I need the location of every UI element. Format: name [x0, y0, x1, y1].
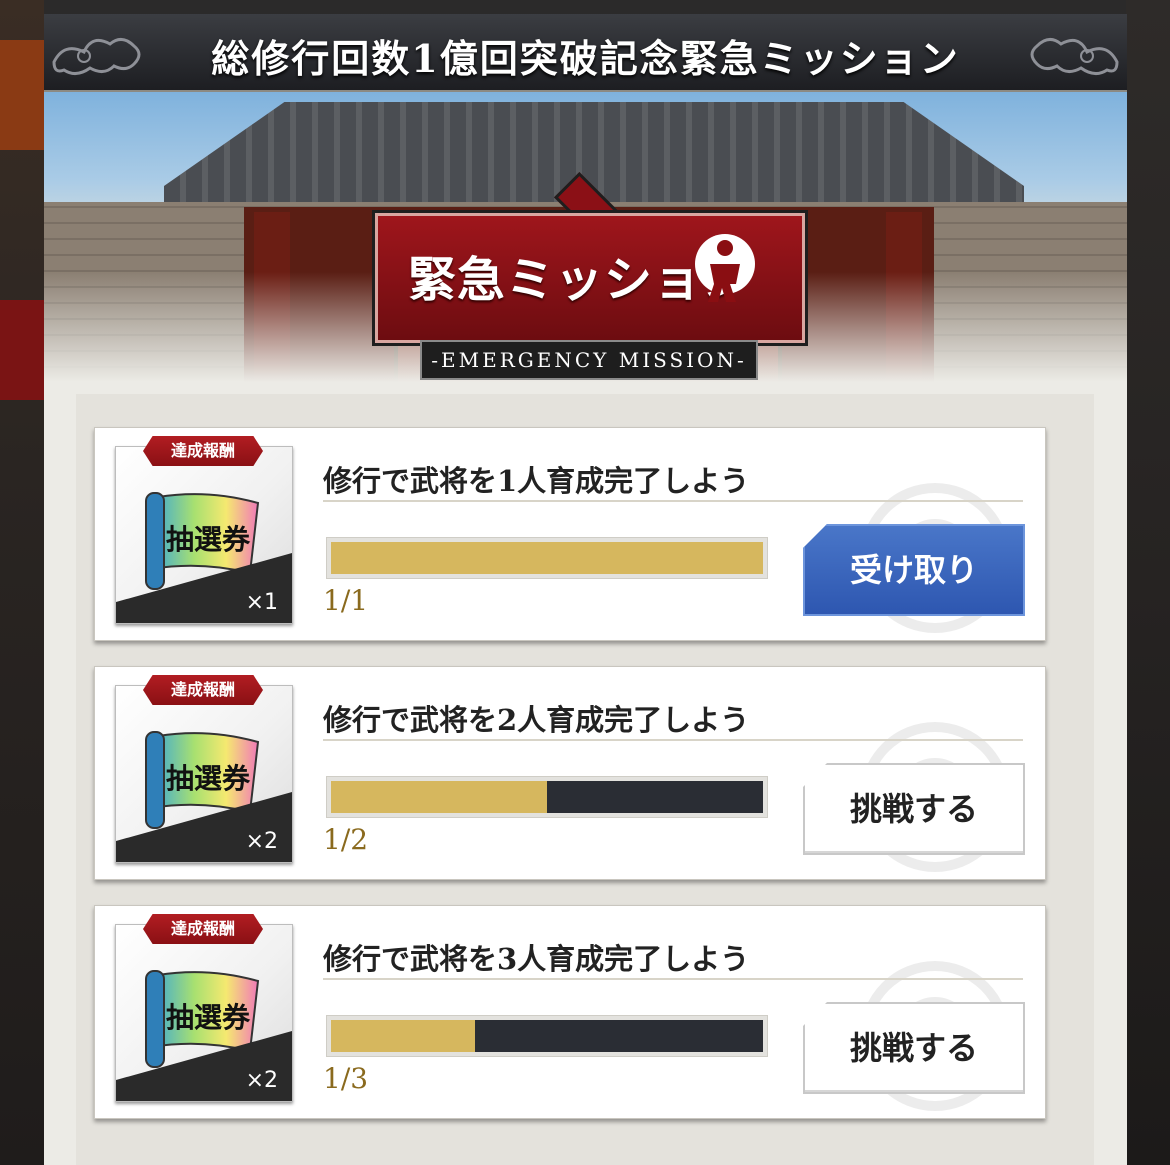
background-left: [0, 0, 44, 1165]
ticket-label: 抽選券: [166, 1001, 251, 1034]
progress-fill: [331, 781, 547, 813]
progress-bar: [327, 538, 767, 578]
progress-bar: [327, 777, 767, 817]
reward-count: ×2: [245, 829, 278, 854]
reward-item[interactable]: 抽選券 ×2: [115, 685, 293, 863]
reward-item[interactable]: 抽選券 ×1: [115, 446, 293, 624]
mission-title: 修行で武将を3人育成完了しよう: [323, 942, 750, 976]
cloud-ornament-icon: [1030, 38, 1119, 75]
reward-item[interactable]: 抽選券 ×2: [115, 924, 293, 1102]
challenge-button[interactable]: 挑戦する: [803, 763, 1025, 855]
progress-fill: [331, 542, 763, 574]
divider: [323, 500, 1023, 502]
mission-list[interactable]: 達成報酬 抽選券 ×1 修行で武将を1人育成完了しよう 1/1 受け取り 達成報…: [76, 394, 1094, 1165]
mission-title: 修行で武将を1人育成完了しよう: [323, 464, 750, 498]
header-banner-image: 緊急ミッション -EMERGENCY MISSION-: [44, 92, 1127, 382]
reward-tag: 達成報酬: [143, 436, 263, 466]
mission-title: 修行で武将を2人育成完了しよう: [323, 703, 750, 737]
reward-tag: 達成報酬: [143, 675, 263, 705]
progress-text: 1/2: [323, 823, 369, 856]
reward-tag: 達成報酬: [143, 914, 263, 944]
claim-button[interactable]: 受け取り: [803, 524, 1025, 616]
modal-header: 総修行回数1億回突破記念緊急ミッション: [44, 14, 1127, 92]
background-tile: [0, 300, 44, 400]
badge-subtitle: -EMERGENCY MISSION-: [420, 340, 758, 380]
divider: [323, 978, 1023, 980]
mission-card: 達成報酬 抽選券 ×2 修行で武将を2人育成完了しよう 1/2 挑戦する: [94, 666, 1046, 880]
background-tile: [0, 40, 44, 150]
mission-card: 達成報酬 抽選券 ×2 修行で武将を3人育成完了しよう 1/3 挑戦する: [94, 905, 1046, 1119]
progress-text: 1/1: [323, 584, 369, 617]
progress-bar: [327, 1016, 767, 1056]
ticket-label: 抽選券: [166, 523, 251, 556]
modal-title: 総修行回数1億回突破記念緊急ミッション: [211, 36, 960, 81]
warrior-icon: [695, 234, 755, 302]
background-right: [1126, 0, 1170, 1165]
reward-count: ×2: [245, 1068, 278, 1093]
divider: [323, 739, 1023, 741]
progress-text: 1/3: [323, 1062, 369, 1095]
emergency-mission-badge: 緊急ミッション -EMERGENCY MISSION-: [372, 171, 808, 382]
progress-fill: [331, 1020, 475, 1052]
challenge-button[interactable]: 挑戦する: [803, 1002, 1025, 1094]
mission-card: 達成報酬 抽選券 ×1 修行で武将を1人育成完了しよう 1/1 受け取り: [94, 427, 1046, 641]
ticket-label: 抽選券: [166, 762, 251, 795]
reward-count: ×1: [245, 590, 278, 615]
mission-modal: 総修行回数1億回突破記念緊急ミッション 緊急ミッション -EMERGENCY M…: [44, 14, 1127, 1165]
